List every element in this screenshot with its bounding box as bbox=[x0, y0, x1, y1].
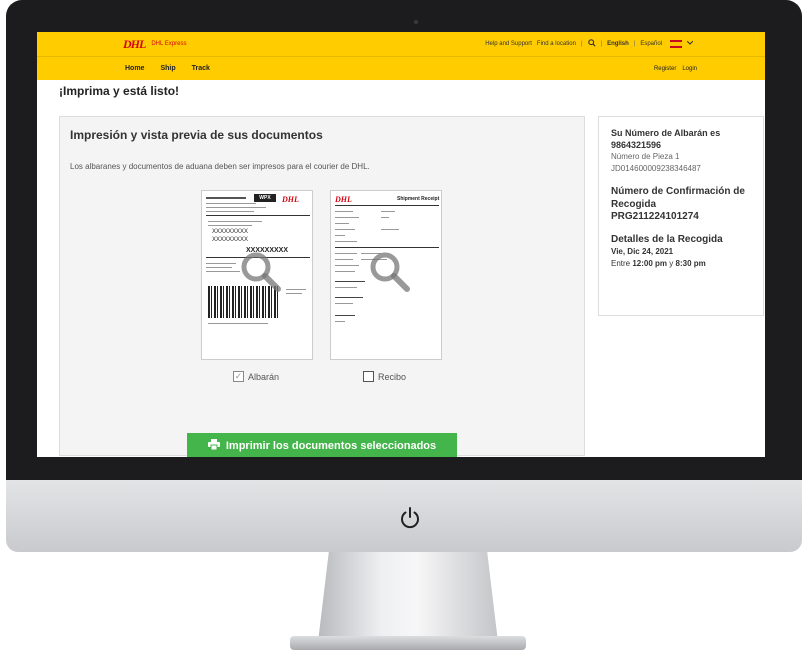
pickup-between: Entre bbox=[611, 259, 631, 268]
documents-heading: Impresión y vista previa de sus document… bbox=[70, 128, 323, 142]
printer-icon bbox=[207, 439, 220, 453]
receipt-label: Recibo bbox=[378, 371, 407, 382]
lang-english[interactable]: English bbox=[607, 41, 629, 47]
spain-flag-icon[interactable] bbox=[670, 40, 682, 48]
shipment-summary: Su Número de Albarán es 9864321596 Númer… bbox=[598, 116, 764, 316]
monitor-stand-neck bbox=[318, 552, 498, 642]
search-icon[interactable] bbox=[587, 39, 596, 49]
chevron-down-icon[interactable] bbox=[686, 40, 694, 47]
top-bar: DHL DHL Express Help and Support Find a … bbox=[37, 32, 765, 56]
monitor-stand-foot bbox=[290, 636, 526, 650]
lang-separator: | bbox=[633, 41, 636, 47]
find-location-link[interactable]: Find a location bbox=[537, 41, 576, 47]
page-title: ¡Imprima y está listo! bbox=[59, 84, 180, 98]
power-icon[interactable] bbox=[398, 506, 422, 530]
receipt-checkbox[interactable]: Recibo bbox=[363, 371, 406, 382]
receipt-dhl-logo: DHL bbox=[335, 195, 352, 204]
waybill-dhl-logo: DHL bbox=[282, 195, 299, 204]
pickup-title: Detalles de la Recogida bbox=[611, 234, 723, 245]
waybill-preview[interactable]: WPX DHL XXXXXXXXX XXXXXXXXX XXXXXXXXX bbox=[201, 190, 313, 360]
browser-screen: DHL DHL Express Help and Support Find a … bbox=[37, 32, 765, 457]
nav-track[interactable]: Track bbox=[192, 65, 210, 72]
nav-ship[interactable]: Ship bbox=[160, 65, 175, 72]
main-content: ¡Imprima y está listo! Impresión y vista… bbox=[37, 80, 765, 457]
pickup-and: y bbox=[669, 259, 674, 268]
pickup-window: Entre 12:00 pm y 8:30 pm bbox=[611, 258, 751, 270]
lang-spanish[interactable]: Español bbox=[640, 41, 662, 47]
piece-number: JD014600009238346487 bbox=[611, 164, 701, 173]
magnifier-icon[interactable] bbox=[367, 249, 411, 293]
pickup-date: Vie, Dic 24, 2021 bbox=[611, 247, 674, 256]
documents-panel: Impresión y vista previa de sus document… bbox=[59, 116, 585, 457]
waybill-label: Albarán bbox=[248, 371, 280, 382]
nav-home[interactable]: Home bbox=[125, 65, 144, 72]
waybill-code-2: XXXXXXXXX bbox=[212, 237, 249, 243]
checkbox-checked[interactable]: ✓ bbox=[233, 371, 244, 382]
piece-label: Número de Pieza 1 bbox=[611, 152, 680, 161]
register-link[interactable]: Register bbox=[654, 66, 676, 72]
print-selected-button[interactable]: Imprimir los documentos seleccionados bbox=[187, 433, 457, 457]
dhl-express-label: DHL Express bbox=[151, 41, 187, 47]
waybill-checkbox[interactable]: ✓ Albarán bbox=[233, 371, 279, 382]
wpx-tag: WPX bbox=[254, 194, 276, 202]
documents-description: Los albaranes y documentos de aduana deb… bbox=[70, 162, 370, 171]
help-link[interactable]: Help and Support bbox=[485, 41, 532, 47]
confirmation-number: PRG211224101274 bbox=[611, 211, 699, 222]
waybill-number-title: Su Número de Albarán es bbox=[611, 128, 721, 138]
waybill-number: 9864321596 bbox=[611, 140, 662, 150]
divider: | bbox=[600, 41, 603, 47]
divider: | bbox=[580, 41, 583, 47]
pickup-end: 8:30 pm bbox=[675, 259, 706, 268]
magnifier-icon[interactable] bbox=[238, 249, 282, 293]
login-link[interactable]: Login bbox=[682, 66, 697, 72]
monitor: DHL DHL Express Help and Support Find a … bbox=[0, 0, 807, 657]
receipt-title: Shipment Receipt bbox=[397, 196, 440, 202]
utility-links: Help and Support Find a location | | Eng… bbox=[485, 39, 694, 49]
pickup-start: 12:00 pm bbox=[632, 259, 668, 268]
checkbox-unchecked[interactable] bbox=[363, 371, 374, 382]
camera-icon bbox=[414, 20, 418, 24]
waybill-code-1: XXXXXXXXX bbox=[212, 229, 249, 235]
print-button-label: Imprimir los documentos seleccionados bbox=[225, 440, 437, 452]
main-nav: Home Ship Track Register Login bbox=[37, 56, 765, 80]
dhl-logo[interactable]: DHL bbox=[123, 37, 146, 52]
confirmation-title: Número de Confirmación de Recogida bbox=[611, 186, 745, 210]
receipt-preview[interactable]: DHL Shipment Receipt bbox=[330, 190, 442, 360]
